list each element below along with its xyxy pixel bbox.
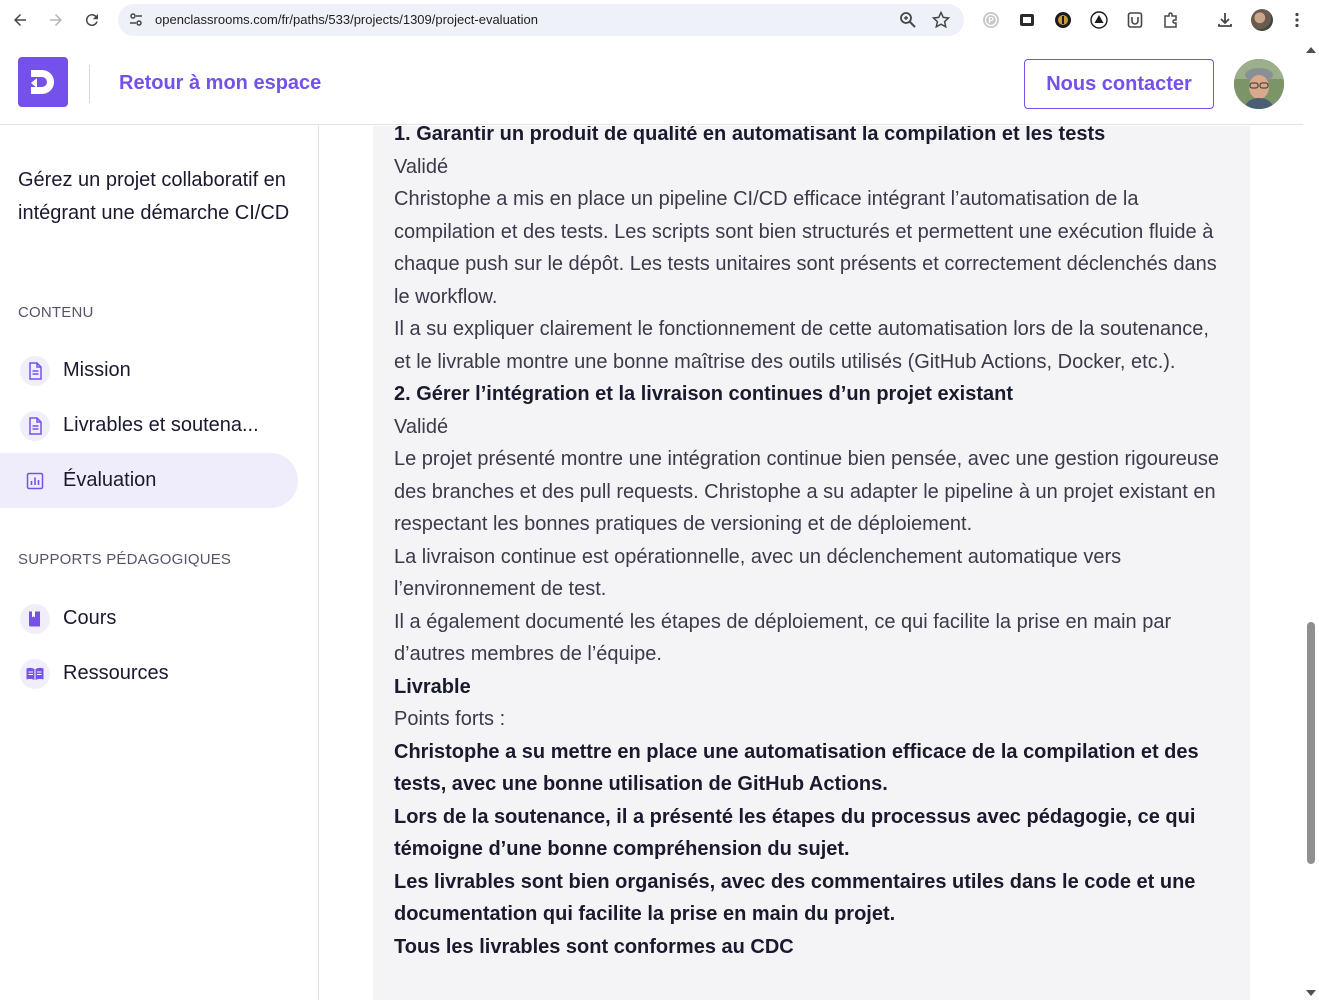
evaluation-heading: Livrable <box>394 675 471 698</box>
address-bar[interactable]: openclassrooms.com/fr/paths/533/projects… <box>118 4 964 36</box>
sidebar-item-ressources[interactable]: Ressources <box>0 646 298 701</box>
extension-coin-icon[interactable] <box>1053 10 1073 30</box>
evaluation-paragraph: Il a également documenté les étapes de d… <box>394 610 1172 666</box>
sidebar-item-evaluation[interactable]: Évaluation <box>0 453 298 508</box>
back-to-space-link[interactable]: Retour à mon espace <box>119 72 321 95</box>
scrollbar-thumb[interactable] <box>1307 622 1315 864</box>
scroll-down-arrow-icon[interactable] <box>1306 990 1316 996</box>
extensions-puzzle-icon[interactable] <box>1161 10 1181 30</box>
book-icon <box>20 603 50 634</box>
document-icon <box>20 355 50 386</box>
evaluation-heading: Les livrables sont bien organisés, avec … <box>394 870 1196 926</box>
browser-profile-avatar[interactable] <box>1251 9 1273 31</box>
sidebar-item-label: Cours <box>63 607 117 629</box>
project-title: Gérez un projet collaboratif en intégran… <box>18 169 290 224</box>
evaluation-heading: 1. Garantir un produit de qualité en aut… <box>394 126 1106 145</box>
evaluation-heading: Lors de la soutenance, il a présenté les… <box>394 805 1196 861</box>
site-settings-icon[interactable] <box>128 12 144 28</box>
url-text: openclassrooms.com/fr/paths/533/projects… <box>155 12 538 27</box>
evaluation-paragraph: Il a su expliquer clairement le fonction… <box>394 318 1209 373</box>
forward-arrow-icon[interactable] <box>44 8 68 32</box>
sidebar-item-label: Mission <box>63 359 131 381</box>
open-book-icon <box>20 658 50 689</box>
project-sidebar: Gérez un projet collaboratif en intégran… <box>0 126 319 1000</box>
browser-toolbar: openclassrooms.com/fr/paths/533/projects… <box>0 0 1319 40</box>
zoom-icon[interactable] <box>899 11 917 29</box>
sidebar-item-label: Livrables et soutena... <box>63 414 259 436</box>
scroll-up-arrow-icon[interactable] <box>1306 47 1316 53</box>
user-avatar[interactable] <box>1234 59 1284 109</box>
evaluation-panel: 1. Garantir un produit de qualité en aut… <box>373 126 1250 1000</box>
browser-menu-icon[interactable] <box>1287 10 1307 30</box>
sidebar-item-cours[interactable]: Cours <box>0 591 298 646</box>
evaluation-heading: Tous les livrables sont conformes au CDC <box>394 935 794 958</box>
document-icon <box>20 410 50 441</box>
sidebar-item-label: Évaluation <box>63 469 157 491</box>
supports-section-label: SUPPORTS PÉDAGOGIQUES <box>18 551 232 568</box>
extension-triangle-icon[interactable] <box>1089 10 1109 30</box>
reload-icon[interactable] <box>80 8 104 32</box>
evaluation-paragraph: Christophe a mis en place un pipeline CI… <box>394 188 1217 308</box>
header-divider <box>89 65 90 103</box>
back-arrow-icon[interactable] <box>8 8 32 32</box>
openclassrooms-logo[interactable] <box>18 57 68 107</box>
svg-text:P: P <box>988 16 994 25</box>
extension-shield-icon[interactable] <box>1125 10 1145 30</box>
sidebar-item-mission[interactable]: Mission <box>0 343 298 398</box>
sidebar-item-livrables[interactable]: Livrables et soutena... <box>0 398 298 453</box>
download-icon[interactable] <box>1215 10 1235 30</box>
extension-p-icon[interactable]: P <box>981 10 1001 30</box>
evaluation-paragraph: Points forts : <box>394 708 506 730</box>
evaluation-heading: Christophe a su mettre en place une auto… <box>394 740 1199 796</box>
evaluation-text: 1. Garantir un produit de qualité en aut… <box>394 126 1224 963</box>
evaluation-paragraph: La livraison continue est opérationnelle… <box>394 545 1122 601</box>
content-section-label: CONTENU <box>18 304 94 321</box>
sidebar-item-label: Ressources <box>63 662 169 684</box>
site-header: Retour à mon espace Nous contacter <box>0 44 1303 125</box>
extension-screen-icon[interactable] <box>1017 10 1037 30</box>
evaluation-paragraph: Validé <box>394 415 449 438</box>
contact-button[interactable]: Nous contacter <box>1024 59 1214 109</box>
evaluation-heading: 2. Gérer l’intégration et la livraison c… <box>394 383 1014 405</box>
evaluation-paragraph: Validé <box>394 155 449 178</box>
chart-icon <box>20 466 50 496</box>
evaluation-paragraph: Le projet présenté montre une intégratio… <box>394 448 1220 535</box>
bookmark-star-icon[interactable] <box>931 10 951 29</box>
